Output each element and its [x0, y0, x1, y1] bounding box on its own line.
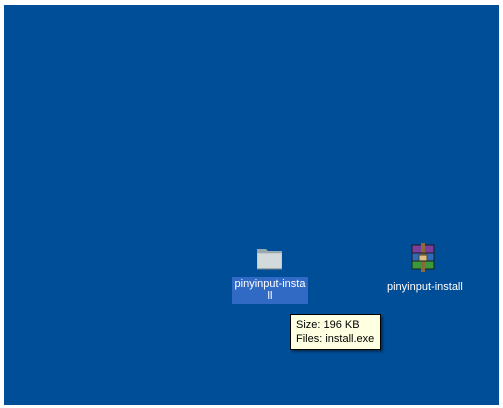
winrar-archive-icon: [407, 242, 439, 274]
desktop-icon-folder[interactable]: pinyinput-install: [232, 242, 308, 304]
desktop-icon-label: pinyinput-install: [232, 277, 308, 304]
folder-icon: [254, 242, 286, 274]
tooltip-files: Files: install.exe: [296, 333, 375, 345]
desktop[interactable]: pinyinput-install pinyinput-install Size…: [4, 5, 499, 405]
tooltip-size: Size: 196 KB: [296, 319, 360, 331]
desktop-icon-label: pinyinput-install: [387, 281, 463, 293]
desktop-icon-archive[interactable]: pinyinput-install: [385, 242, 463, 295]
file-info-tooltip: Size: 196 KB Files: install.exe: [290, 314, 382, 350]
